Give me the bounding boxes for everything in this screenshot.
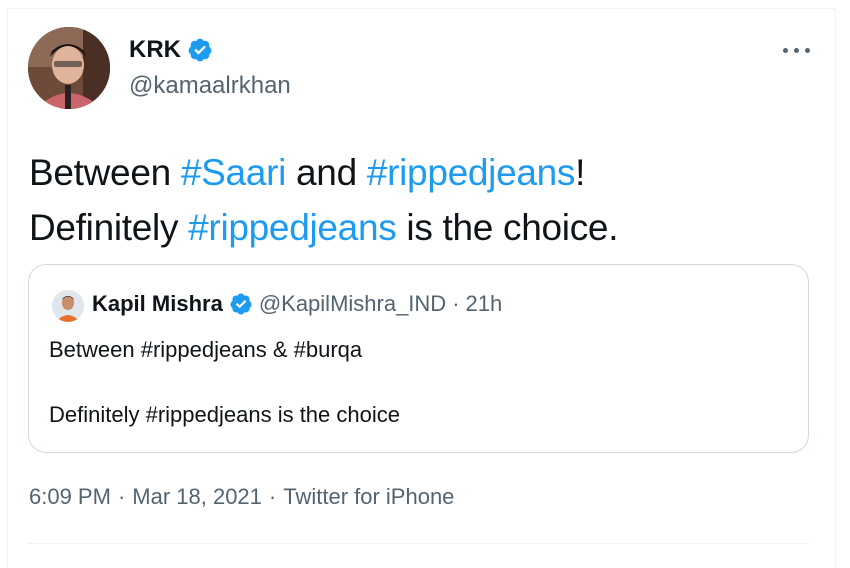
meta-separator: · <box>117 484 126 509</box>
verified-badge-icon <box>188 38 212 62</box>
tweet-source[interactable]: Twitter for iPhone <box>283 484 454 510</box>
quoted-author-avatar[interactable] <box>52 290 84 322</box>
divider <box>28 543 809 544</box>
author-avatar[interactable] <box>28 27 110 109</box>
quoted-author-handle[interactable]: @KapilMishra_IND <box>259 291 446 317</box>
quoted-timestamp[interactable]: 21h <box>466 291 503 317</box>
more-options-icon[interactable] <box>781 38 813 62</box>
tweet-date[interactable]: Mar 18, 2021 <box>132 484 262 510</box>
tweet-text-segment: is the choice. <box>396 207 619 248</box>
verified-badge-icon <box>230 293 252 315</box>
quoted-avatar-image <box>52 290 84 322</box>
quoted-separator: · <box>452 291 460 316</box>
author-handle[interactable]: @kamaalrkhan <box>129 72 291 100</box>
quoted-text-line-2: Definitely #rippedjeans is the choice <box>49 402 400 427</box>
quoted-tweet[interactable]: Kapil Mishra @KapilMishra_IND · 21h Betw… <box>28 264 809 453</box>
quoted-text-line-1: Between #rippedjeans & #burqa <box>49 337 363 362</box>
tweet-line-2: Definitely #rippedjeans is the choice. <box>29 200 809 255</box>
author-avatar-image <box>28 27 110 109</box>
tweet-text-segment: Definitely <box>29 207 189 248</box>
tweet-text-segment: and <box>286 152 367 193</box>
hashtag-saari[interactable]: #Saari <box>181 152 286 193</box>
hashtag-rippedjeans[interactable]: #rippedjeans <box>367 152 576 193</box>
author-name[interactable]: KRK <box>129 36 181 64</box>
tweet-text-segment: Between <box>29 152 181 193</box>
meta-separator: · <box>268 484 277 509</box>
author-name-row: KRK <box>129 36 213 64</box>
tweet-text-segment: ! <box>575 152 586 193</box>
quoted-header: Kapil Mishra @KapilMishra_IND · 21h <box>92 291 502 317</box>
hashtag-rippedjeans[interactable]: #rippedjeans <box>188 207 397 248</box>
tweet-meta: 6:09 PM · Mar 18, 2021 · Twitter for iPh… <box>29 484 454 510</box>
tweet-line-1: Between #Saari and #rippedjeans! <box>29 145 809 200</box>
quoted-author-name[interactable]: Kapil Mishra <box>92 291 223 317</box>
tweet-time[interactable]: 6:09 PM <box>29 484 111 510</box>
tweet-text: Between #Saari and #rippedjeans! Definit… <box>29 145 809 255</box>
